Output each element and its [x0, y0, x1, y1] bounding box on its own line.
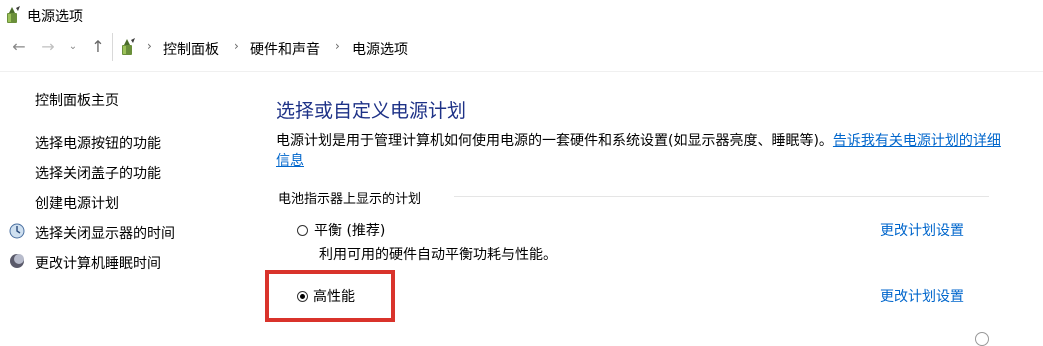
change-plan-settings-link[interactable]: 更改计划设置: [880, 220, 964, 240]
breadcrumb-item[interactable]: 硬件和声音: [250, 39, 320, 59]
up-arrow-icon[interactable]: ↑: [88, 37, 108, 57]
power-options-icon: [7, 6, 20, 23]
breadcrumb-item[interactable]: 电源选项: [352, 39, 408, 59]
highlight-box: [265, 270, 395, 322]
title-bar: 电源选项: [0, 0, 1043, 30]
sidebar-item-display-off[interactable]: 选择关闭显示器的时间: [35, 223, 175, 243]
power-options-icon: [122, 38, 135, 55]
chevron-right-icon[interactable]: ›: [234, 39, 239, 53]
sidebar-item-sleep-time[interactable]: 更改计算机睡眠时间: [35, 253, 161, 273]
chevron-right-icon[interactable]: ›: [147, 39, 152, 53]
divider: [0, 71, 1043, 72]
sleep-moon-icon: [10, 254, 24, 268]
radio-balanced[interactable]: [297, 225, 308, 236]
address-row: ← → ⌄ ↑ › 控制面板 › 硬件和声音 › 电源选项: [0, 31, 1043, 63]
plan-name-balanced[interactable]: 平衡 (推荐): [314, 220, 385, 240]
divider: [454, 196, 989, 197]
sidebar-item-create-plan[interactable]: 创建电源计划: [35, 193, 119, 213]
sidebar-item-control-panel-home[interactable]: 控制面板主页: [35, 90, 119, 110]
page-description: 电源计划是用于管理计算机如何使用电源的一套硬件和系统设置(如显示器亮度、睡眠等)…: [276, 131, 1006, 171]
breadcrumb-item[interactable]: 控制面板: [163, 39, 219, 59]
display-clock-icon: [9, 223, 25, 239]
window-title: 电源选项: [27, 9, 83, 25]
change-plan-settings-link[interactable]: 更改计划设置: [880, 286, 964, 306]
group-label: 电池指示器上显示的计划: [278, 192, 422, 207]
sidebar-item-lid-close[interactable]: 选择关闭盖子的功能: [35, 163, 161, 183]
description-text: 电源计划是用于管理计算机如何使用电源的一套硬件和系统设置(如显示器亮度、睡眠等)…: [276, 133, 833, 149]
expand-icon[interactable]: [975, 332, 989, 346]
page-title: 选择或自定义电源计划: [276, 100, 467, 122]
chevron-down-icon[interactable]: ⌄: [63, 37, 83, 57]
back-arrow-icon[interactable]: ←: [9, 37, 29, 57]
breadcrumb[interactable]: › 控制面板 › 硬件和声音 › 电源选项: [112, 33, 1043, 61]
plan-description-balanced: 利用可用的硬件自动平衡功耗与性能。: [319, 247, 557, 263]
chevron-right-icon[interactable]: ›: [335, 39, 340, 53]
forward-arrow-icon[interactable]: →: [38, 37, 58, 57]
sidebar-item-power-button[interactable]: 选择电源按钮的功能: [35, 133, 161, 153]
